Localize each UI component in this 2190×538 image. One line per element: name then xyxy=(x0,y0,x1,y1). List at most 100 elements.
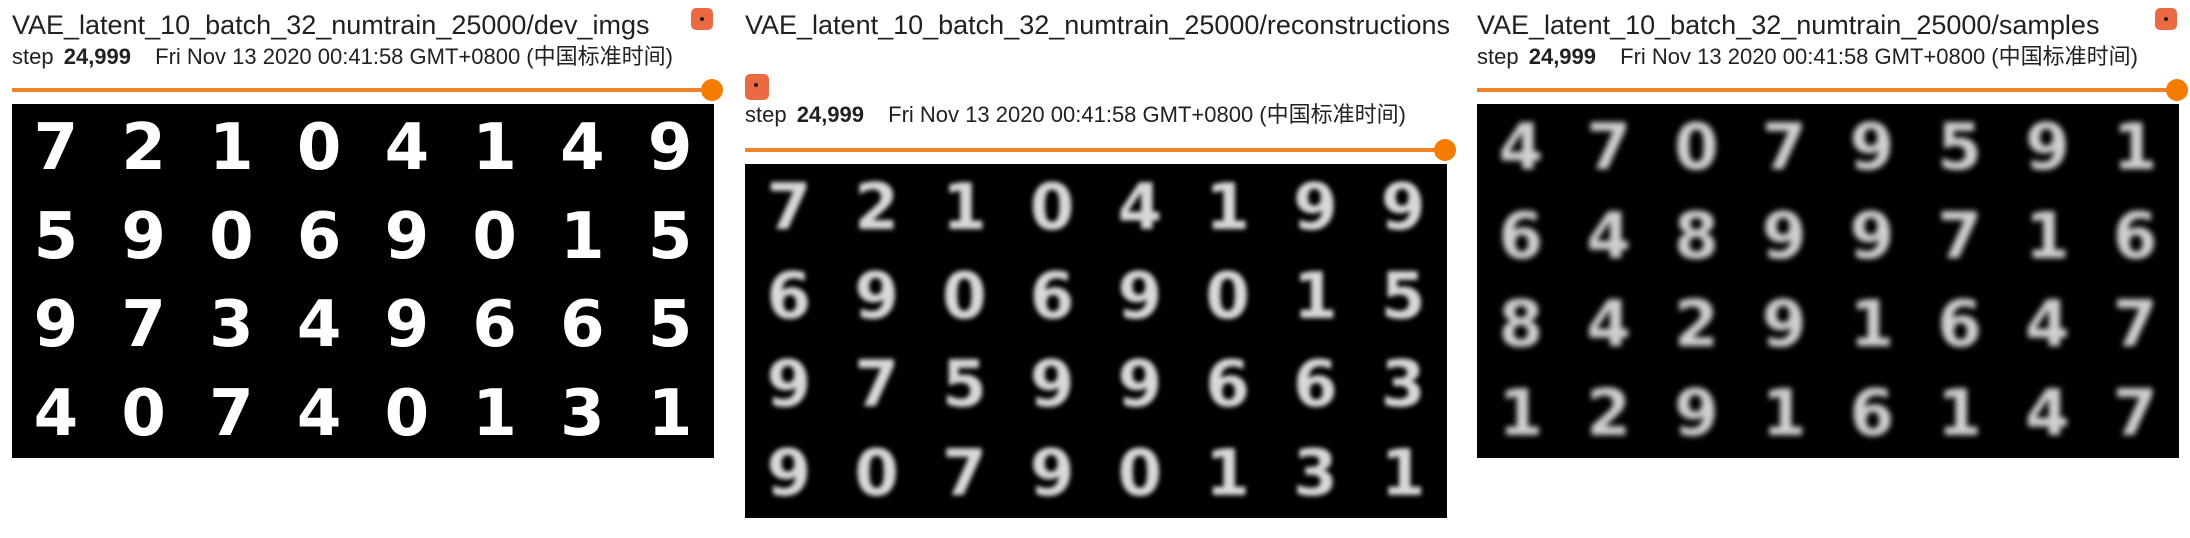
slider-fill xyxy=(745,148,1445,152)
digit-cell: 6 xyxy=(1293,348,1338,423)
image-display: 72104199690690159759966390790131 xyxy=(745,164,1447,518)
digit-cell: 4 xyxy=(296,288,342,363)
digit-cell: 6 xyxy=(560,288,605,363)
digit-cell: 6 xyxy=(1029,259,1075,334)
digit-cell: 7 xyxy=(33,111,79,186)
digit-cell: 9 xyxy=(1849,111,1895,186)
digit-cell: 3 xyxy=(1380,348,1426,423)
digit-cell: 0 xyxy=(854,436,899,511)
digit-cell: 4 xyxy=(33,376,79,451)
image-display: 47079591648997168429164712916147 xyxy=(1477,104,2179,458)
digit-cell: 9 xyxy=(1761,199,1807,274)
pin-button[interactable] xyxy=(745,74,769,100)
digit-cell: 6 xyxy=(766,259,812,334)
timestamp: Fri Nov 13 2020 00:41:58 GMT+0800 (中国标准时… xyxy=(888,102,1406,127)
digit-cell: 4 xyxy=(1498,111,1544,186)
slider-thumb[interactable] xyxy=(701,79,723,101)
digit-cell: 9 xyxy=(1674,376,1719,451)
digit-cell: 0 xyxy=(384,376,430,451)
digit-grid: 72104199690690159759966390790131 xyxy=(745,164,1447,518)
timestamp: Fri Nov 13 2020 00:41:58 GMT+0800 (中国标准时… xyxy=(155,44,673,69)
slider-thumb[interactable] xyxy=(2166,79,2188,101)
step-row: step 24,999 Fri Nov 13 2020 00:41:58 GMT… xyxy=(745,100,1451,130)
digit-cell: 1 xyxy=(1937,376,1982,451)
digit-cell: 1 xyxy=(2112,111,2158,186)
digit-cell: 1 xyxy=(472,111,517,186)
digit-cell: 1 xyxy=(942,171,987,246)
digit-cell: 5 xyxy=(647,199,693,274)
digit-grid: 72104149590690159734966540740131 xyxy=(12,104,714,458)
digit-cell: 6 xyxy=(296,199,342,274)
digit-cell: 0 xyxy=(121,376,166,451)
digit-cell: 9 xyxy=(384,288,430,363)
digit-cell: 9 xyxy=(766,348,812,423)
digit-cell: 9 xyxy=(33,288,79,363)
digit-cell: 4 xyxy=(1117,171,1163,246)
step-slider[interactable] xyxy=(12,79,723,101)
digit-cell: 9 xyxy=(854,259,899,334)
slider-fill xyxy=(1477,88,2177,92)
card-title: VAE_latent_10_batch_32_numtrain_25000/sa… xyxy=(1477,10,2100,40)
digit-cell: 7 xyxy=(2112,376,2158,451)
digit-cell: 6 xyxy=(2112,199,2158,274)
digit-cell: 5 xyxy=(1380,259,1426,334)
digit-cell: 3 xyxy=(209,288,254,363)
digit-cell: 9 xyxy=(1761,288,1807,363)
digit-cell: 4 xyxy=(1586,199,1631,274)
digit-cell: 7 xyxy=(766,171,812,246)
pin-button[interactable] xyxy=(691,8,713,30)
pin-icon xyxy=(754,83,758,87)
digit-cell: 4 xyxy=(1586,288,1631,363)
digit-cell: 1 xyxy=(1380,436,1426,511)
digit-cell: 1 xyxy=(1293,259,1338,334)
digit-cell: 4 xyxy=(2025,376,2070,451)
digit-cell: 0 xyxy=(296,111,342,186)
digit-cell: 8 xyxy=(1498,288,1544,363)
digit-cell: 4 xyxy=(2025,288,2070,363)
timestamp: Fri Nov 13 2020 00:41:58 GMT+0800 (中国标准时… xyxy=(1620,44,2138,69)
digit-cell: 9 xyxy=(384,199,430,274)
digit-cell: 0 xyxy=(942,259,987,334)
step-row: step 24,999 Fri Nov 13 2020 00:41:58 GMT… xyxy=(12,42,718,72)
step-slider[interactable] xyxy=(1477,79,2188,101)
pin-button[interactable] xyxy=(2155,8,2177,30)
digit-grid: 47079591648997168429164712916147 xyxy=(1477,104,2179,458)
digit-cell: 7 xyxy=(1937,199,1982,274)
digit-cell: 1 xyxy=(1498,376,1544,451)
digit-cell: 4 xyxy=(296,376,342,451)
digit-cell: 1 xyxy=(1205,436,1250,511)
digit-cell: 1 xyxy=(1849,288,1895,363)
digit-cell: 9 xyxy=(2025,111,2070,186)
digit-cell: 9 xyxy=(647,111,693,186)
digit-cell: 2 xyxy=(1586,376,1631,451)
digit-cell: 7 xyxy=(2112,288,2158,363)
digit-cell: 1 xyxy=(1761,376,1807,451)
digit-cell: 5 xyxy=(33,199,79,274)
slider-thumb[interactable] xyxy=(1434,139,1456,161)
digit-cell: 9 xyxy=(1380,171,1426,246)
card-title: VAE_latent_10_batch_32_numtrain_25000/re… xyxy=(745,10,1450,40)
digit-cell: 9 xyxy=(1117,348,1163,423)
digit-cell: 1 xyxy=(560,199,605,274)
step-value: 24,999 xyxy=(63,44,132,69)
pin-icon xyxy=(2164,17,2168,21)
digit-cell: 6 xyxy=(472,288,517,363)
digit-cell: 9 xyxy=(121,199,166,274)
digit-cell: 1 xyxy=(209,111,254,186)
digit-cell: 7 xyxy=(942,436,987,511)
digit-cell: 4 xyxy=(384,111,430,186)
digit-cell: 0 xyxy=(209,199,254,274)
step-value: 24,999 xyxy=(796,102,865,127)
digit-cell: 7 xyxy=(1586,111,1631,186)
image-display: 72104149590690159734966540740131 xyxy=(12,104,714,458)
digit-cell: 9 xyxy=(1117,259,1163,334)
digit-cell: 7 xyxy=(1761,111,1807,186)
digit-cell: 0 xyxy=(1205,259,1250,334)
digit-cell: 0 xyxy=(1029,171,1075,246)
digit-cell: 1 xyxy=(472,376,517,451)
card-title: VAE_latent_10_batch_32_numtrain_25000/de… xyxy=(12,10,650,40)
digit-cell: 9 xyxy=(766,436,812,511)
digit-cell: 5 xyxy=(647,288,693,363)
digit-cell: 0 xyxy=(1674,111,1719,186)
step-slider[interactable] xyxy=(745,139,1456,161)
